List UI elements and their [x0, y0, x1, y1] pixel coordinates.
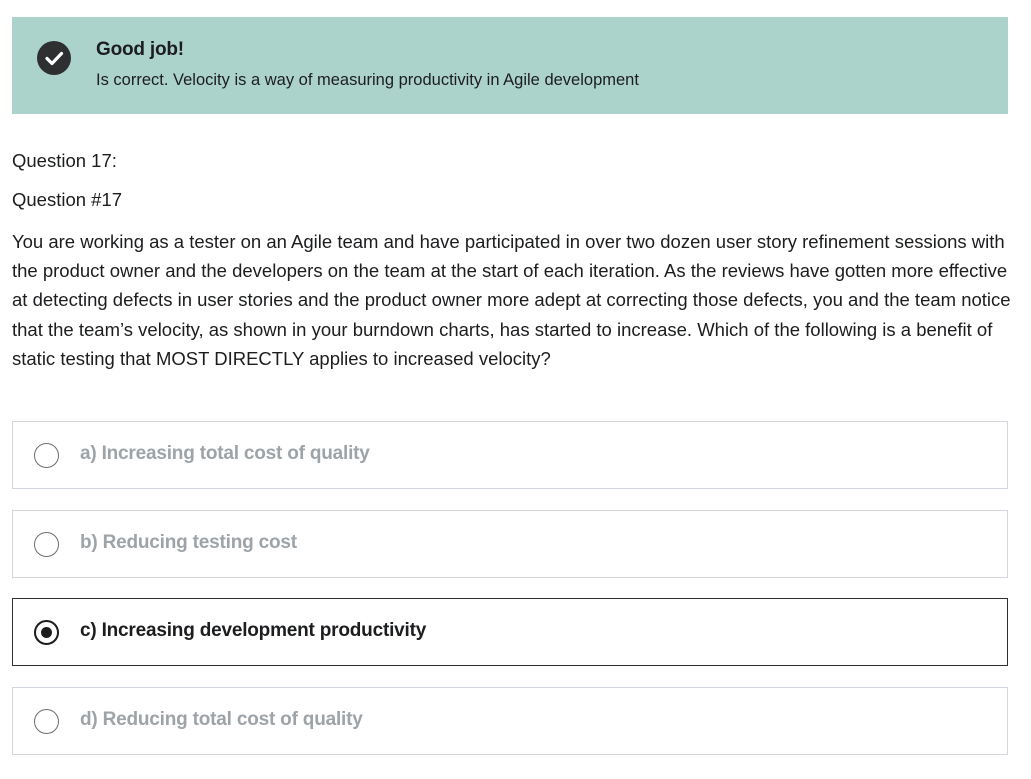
answer-option-c[interactable]: c) Increasing development productivity	[12, 598, 1008, 666]
answer-label: c) Increasing development productivity	[80, 620, 427, 641]
radio-button[interactable]	[34, 532, 59, 557]
question-number: Question #17	[12, 189, 123, 210]
feedback-message: Is correct. Velocity is a way of measuri…	[96, 71, 639, 89]
answer-option-b[interactable]: b) Reducing testing cost	[12, 510, 1008, 578]
radio-button[interactable]	[34, 709, 59, 734]
feedback-banner: Good job! Is correct. Velocity is a way …	[12, 17, 1008, 114]
radio-dot-icon	[41, 627, 52, 638]
question-label: Question 17:	[12, 150, 117, 171]
answer-option-a[interactable]: a) Increasing total cost of quality	[12, 421, 1008, 489]
answer-label: b) Reducing testing cost	[80, 532, 297, 553]
check-circle-icon	[37, 41, 71, 75]
answer-label: a) Increasing total cost of quality	[80, 443, 370, 464]
answer-option-d[interactable]: d) Reducing total cost of quality	[12, 687, 1008, 755]
radio-button[interactable]	[34, 443, 59, 468]
answer-label: d) Reducing total cost of quality	[80, 709, 363, 730]
feedback-title: Good job!	[96, 39, 184, 60]
radio-button-selected[interactable]	[34, 620, 59, 645]
question-text: You are working as a tester on an Agile …	[12, 231, 1011, 369]
quiz-page: Good job! Is correct. Velocity is a way …	[0, 0, 1031, 779]
